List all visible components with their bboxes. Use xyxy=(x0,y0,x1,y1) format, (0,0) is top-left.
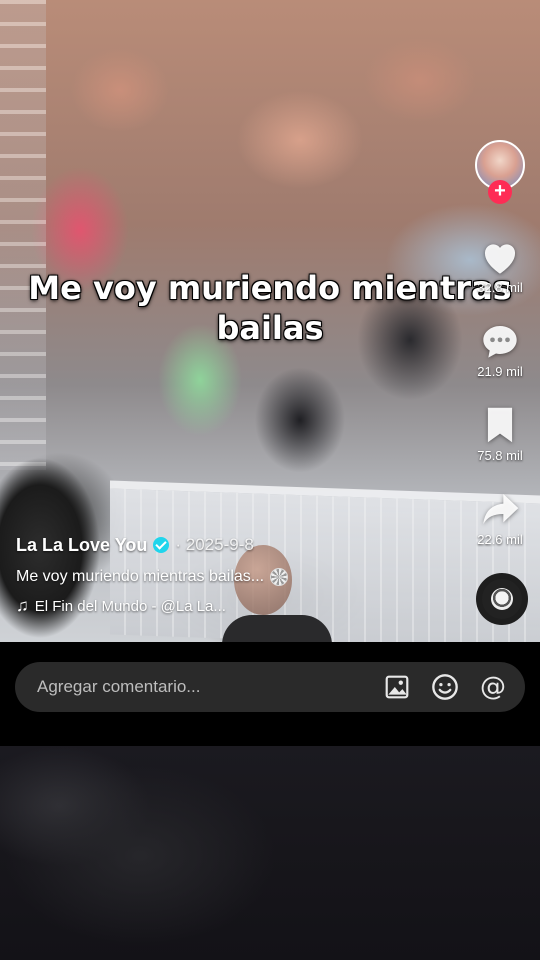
image-icon[interactable] xyxy=(384,674,410,700)
heart-icon[interactable] xyxy=(480,238,520,276)
video-info: La La Love You · 2025-9-8 Me voy muriend… xyxy=(16,532,456,616)
music-disc-art xyxy=(491,588,513,610)
comment-bubble-icon[interactable] xyxy=(480,322,520,360)
share-arrow-icon[interactable] xyxy=(480,490,520,528)
emoji-button[interactable] xyxy=(427,669,463,705)
bookmark-icon[interactable] xyxy=(482,406,518,444)
video-player[interactable]: Me voy muriendo mientras bailas + 32.8 m… xyxy=(0,0,540,642)
emoji-icon[interactable] xyxy=(431,673,459,701)
fence-left xyxy=(0,0,46,470)
comment-button[interactable]: 21.9 mil xyxy=(468,322,532,379)
creator-avatar-button[interactable]: + xyxy=(475,140,525,204)
save-count: 75.8 mil xyxy=(477,448,523,463)
video-overlay-caption: Me voy muriendo mientras bailas xyxy=(28,269,512,347)
next-video-preview[interactable] xyxy=(0,746,540,960)
music-title[interactable]: El Fin del Mundo - @La La... xyxy=(35,598,226,615)
save-button[interactable]: 75.8 mil xyxy=(468,406,532,463)
foreground-shoulders xyxy=(222,615,332,642)
music-disc-button[interactable] xyxy=(476,573,528,625)
video-description-row[interactable]: Me voy muriendo mientras bailas... xyxy=(16,568,456,586)
disco-ball-icon xyxy=(270,568,289,586)
like-button[interactable]: 32.8 mil xyxy=(468,238,532,295)
verified-badge-icon xyxy=(153,537,170,553)
comment-input[interactable]: Agregar comentario... @ xyxy=(15,662,525,712)
like-count: 32.8 mil xyxy=(477,280,523,295)
at-icon[interactable]: @ xyxy=(475,669,511,705)
author-row: La La Love You · 2025-9-8 xyxy=(16,532,456,558)
comment-count: 21.9 mil xyxy=(477,364,523,379)
image-button[interactable] xyxy=(379,669,415,705)
share-count: 22.6 mil xyxy=(477,532,523,547)
music-row[interactable]: ♫ El Fin del Mundo - @La La... xyxy=(16,596,456,616)
comment-placeholder[interactable]: Agregar comentario... xyxy=(37,677,367,697)
video-description[interactable]: Me voy muriendo mientras bailas... xyxy=(16,568,264,586)
author-name[interactable]: La La Love You xyxy=(16,535,147,556)
share-button[interactable]: 22.6 mil xyxy=(468,490,532,547)
comment-bar: Agregar comentario... @ xyxy=(0,642,540,746)
music-note-icon: ♫ xyxy=(16,596,29,615)
plus-icon[interactable]: + xyxy=(488,180,512,204)
post-date: · 2025-9-8 xyxy=(175,535,254,554)
